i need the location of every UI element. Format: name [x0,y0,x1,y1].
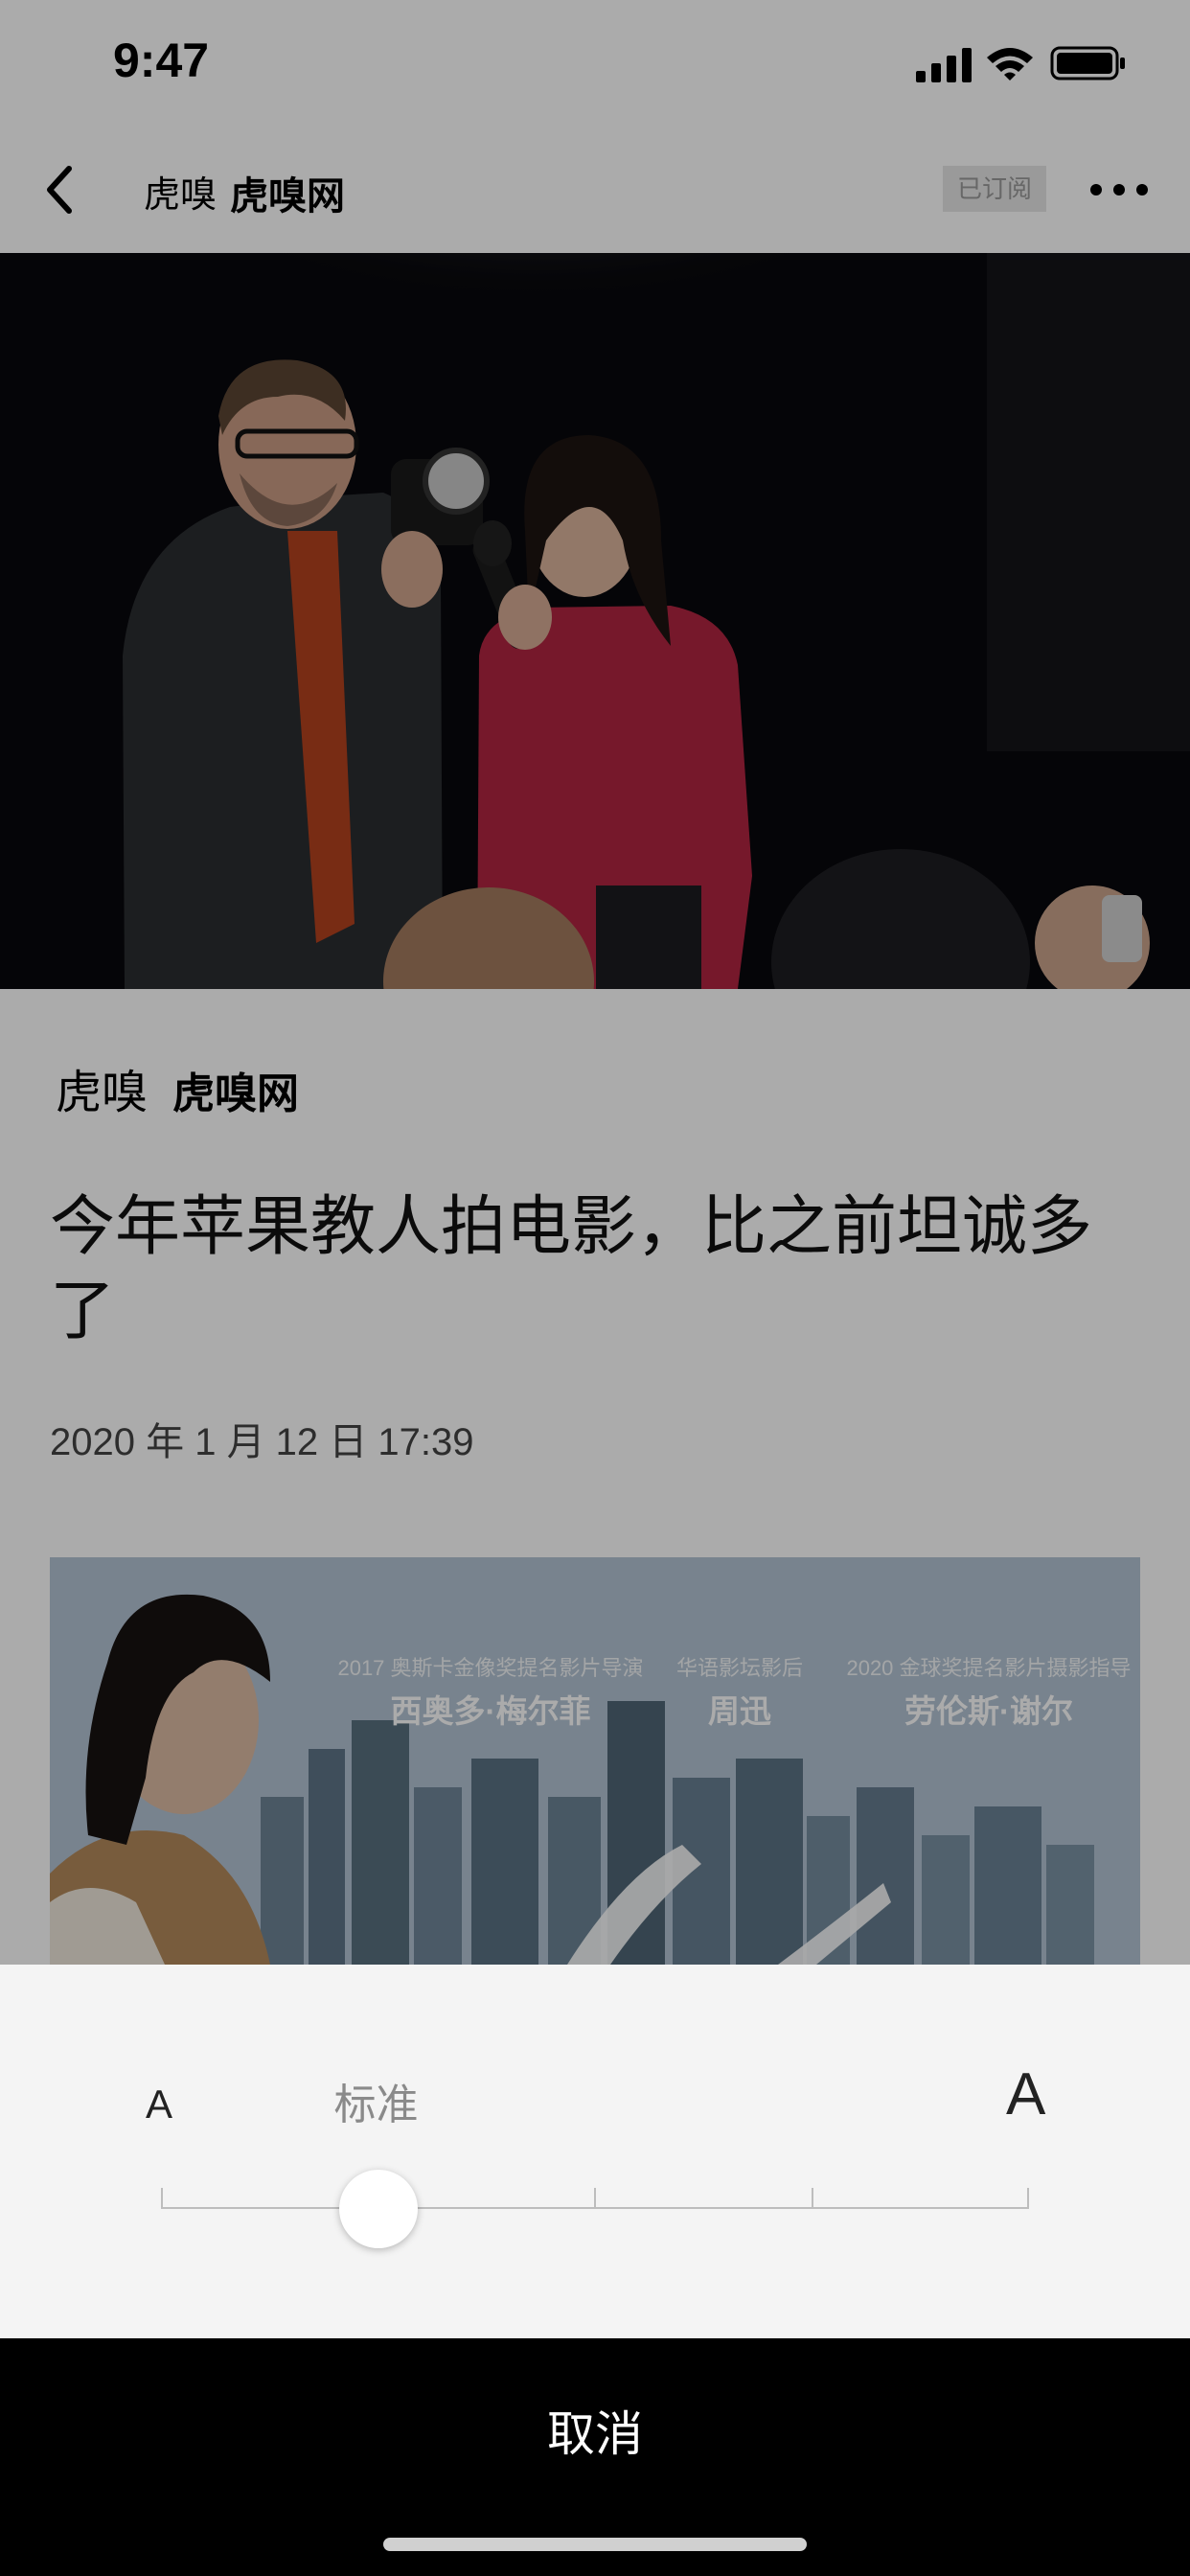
slider-tick[interactable] [812,2188,813,2209]
slider-tick[interactable] [594,2188,596,2209]
font-size-slider-thumb[interactable] [338,2170,418,2248]
font-size-sheet [0,1965,1190,2338]
font-size-current-label: 标准 [333,2082,419,2128]
large-font-label: A [1006,2061,1046,2128]
cancel-button[interactable]: 取消 [0,2396,1190,2465]
slider-tick[interactable] [161,2188,163,2209]
slider-tick[interactable] [1027,2188,1029,2209]
home-indicator [383,2538,807,2551]
small-font-label: A [146,2082,173,2127]
